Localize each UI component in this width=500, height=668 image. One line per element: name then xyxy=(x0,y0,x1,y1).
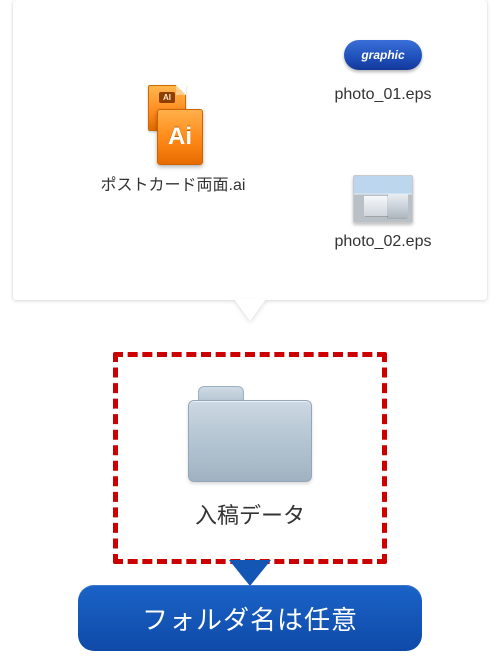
folder-icon xyxy=(188,386,312,482)
ai-badge: AI xyxy=(159,92,175,103)
file-item-eps-1: graphic photo_01.eps xyxy=(308,40,458,104)
folder-label: 入稿データ xyxy=(195,498,305,530)
file-label: photo_01.eps xyxy=(335,86,432,104)
ai-icon-text: Ai xyxy=(168,123,192,151)
caption-text: フォルダ名は任意 xyxy=(142,600,358,637)
source-files-panel: AI Ai ポストカード両面.ai graphic photo_01.eps p… xyxy=(13,0,487,300)
caption-pill: フォルダ名は任意 xyxy=(78,585,422,651)
file-label: ポストカード両面.ai xyxy=(101,171,246,195)
arrow-down-icon xyxy=(234,299,266,321)
file-item-eps-2: photo_02.eps xyxy=(308,175,458,251)
graphic-logo-icon: graphic xyxy=(344,40,422,70)
arrow-down-icon xyxy=(229,560,271,586)
file-label: photo_02.eps xyxy=(335,233,432,251)
graphic-logo-text: graphic xyxy=(361,48,404,62)
destination-folder-zone: 入稿データ xyxy=(113,352,387,564)
ai-file-icon: AI Ai xyxy=(143,85,203,163)
file-item-ai: AI Ai ポストカード両面.ai xyxy=(83,85,263,195)
photo-thumbnail-icon xyxy=(353,175,413,223)
